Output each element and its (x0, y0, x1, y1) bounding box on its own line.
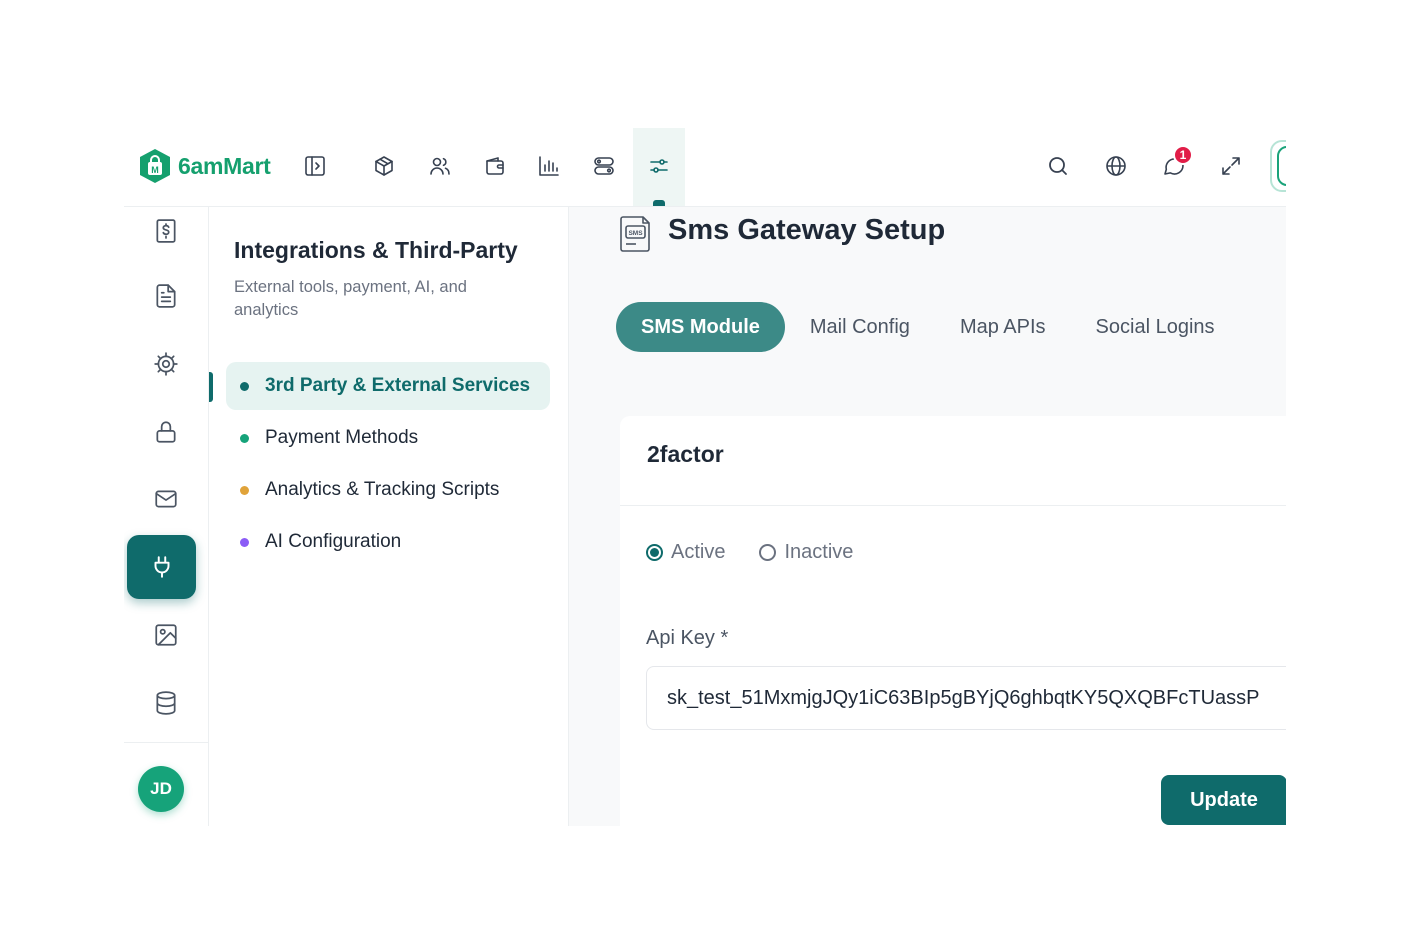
sidebar-subtitle: External tools, payment, AI, and analyti… (234, 278, 467, 319)
expand-icon[interactable] (1211, 146, 1251, 186)
dollar-document-icon[interactable] (142, 207, 190, 255)
users-icon[interactable] (420, 146, 460, 186)
radio-inactive-label: Inactive (784, 541, 854, 563)
tab-social-logins[interactable]: Social Logins (1096, 302, 1215, 352)
sidebar-item-payment-methods[interactable]: Payment Methods (226, 414, 550, 462)
box-icon[interactable] (364, 146, 404, 186)
sidebar-item-label: Analytics & Tracking Scripts (265, 479, 500, 500)
route-icon[interactable] (584, 146, 624, 186)
section-sidebar: Integrations & Third-Party External tool… (209, 207, 569, 826)
sidebar-item-label: AI Configuration (265, 531, 402, 552)
app-frame: M 6amMart 1 JD Integrations & Third-Part… (124, 128, 1286, 826)
main-content: SMS Sms Gateway Setup SMS Module Mail Co… (569, 207, 1286, 826)
sliders-icon[interactable] (639, 146, 679, 186)
globe-icon[interactable] (1096, 146, 1136, 186)
radio-inactive-circle[interactable] (759, 544, 777, 561)
lock-icon[interactable] (142, 408, 190, 456)
top-bar: M 6amMart 1 (124, 128, 1286, 207)
database-icon[interactable] (142, 679, 190, 727)
logo-icon: M (140, 149, 170, 183)
api-key-input[interactable] (646, 666, 1286, 730)
active-menu-indicator (209, 372, 213, 402)
status-dot (240, 381, 249, 391)
sms-document-icon: SMS (620, 216, 650, 252)
profile-button-inner (1277, 146, 1286, 186)
sidebar-item-ai-configuration[interactable]: AI Configuration (226, 518, 550, 566)
svg-text:M: M (151, 165, 159, 175)
tab-mail-config[interactable]: Mail Config (810, 302, 910, 352)
avatar[interactable]: JD (138, 766, 184, 812)
rail-divider (124, 742, 208, 743)
radio-inactive[interactable]: Inactive (759, 541, 853, 564)
sidebar-title: Integrations & Third-Party (234, 237, 518, 263)
status-radio-group: Active Inactive (646, 541, 887, 564)
api-key-label: Api Key * (646, 627, 729, 649)
search-icon[interactable] (1038, 146, 1078, 186)
brand-name: 6amMart (178, 152, 271, 179)
settings-tabs: SMS Module Mail Config Map APIs Social L… (616, 301, 1265, 353)
tab-sms-module[interactable]: SMS Module (616, 302, 785, 352)
sidebar-item-3rd-party-services[interactable]: 3rd Party & External Services (226, 362, 550, 410)
gear-icon[interactable] (142, 340, 190, 388)
tab-map-apis[interactable]: Map APIs (960, 302, 1046, 352)
radio-active-label: Active (671, 541, 726, 563)
radio-active-circle[interactable] (646, 544, 663, 561)
gateway-card: 2factor Active Inactive Api Key * Update (620, 416, 1286, 826)
card-divider (620, 505, 1286, 506)
icon-rail: JD (124, 207, 209, 826)
plug-icon[interactable] (127, 535, 196, 599)
wallet-icon[interactable] (475, 146, 515, 186)
sidebar-item-label: 3rd Party & External Services (265, 375, 531, 396)
svg-text:SMS: SMS (628, 230, 643, 237)
status-dot (240, 433, 249, 443)
sidebar-item-analytics[interactable]: Analytics & Tracking Scripts (226, 466, 550, 514)
sidebar-item-label: Payment Methods (265, 427, 419, 448)
notification-badge: 1 (1173, 145, 1193, 165)
radio-active[interactable]: Active (646, 541, 725, 564)
image-icon[interactable] (142, 611, 190, 659)
status-dot (240, 485, 249, 495)
gateway-name: 2factor (647, 441, 724, 467)
page-title: Sms Gateway Setup (668, 214, 946, 246)
mail-icon[interactable] (142, 475, 190, 523)
update-button[interactable]: Update (1161, 775, 1286, 825)
brand-logo[interactable]: M 6amMart (138, 146, 271, 186)
status-dot (240, 537, 249, 547)
sidebar-toggle-icon[interactable] (295, 146, 335, 186)
document-icon[interactable] (142, 272, 190, 320)
bar-chart-icon[interactable] (529, 146, 569, 186)
active-nav-indicator (653, 200, 665, 206)
